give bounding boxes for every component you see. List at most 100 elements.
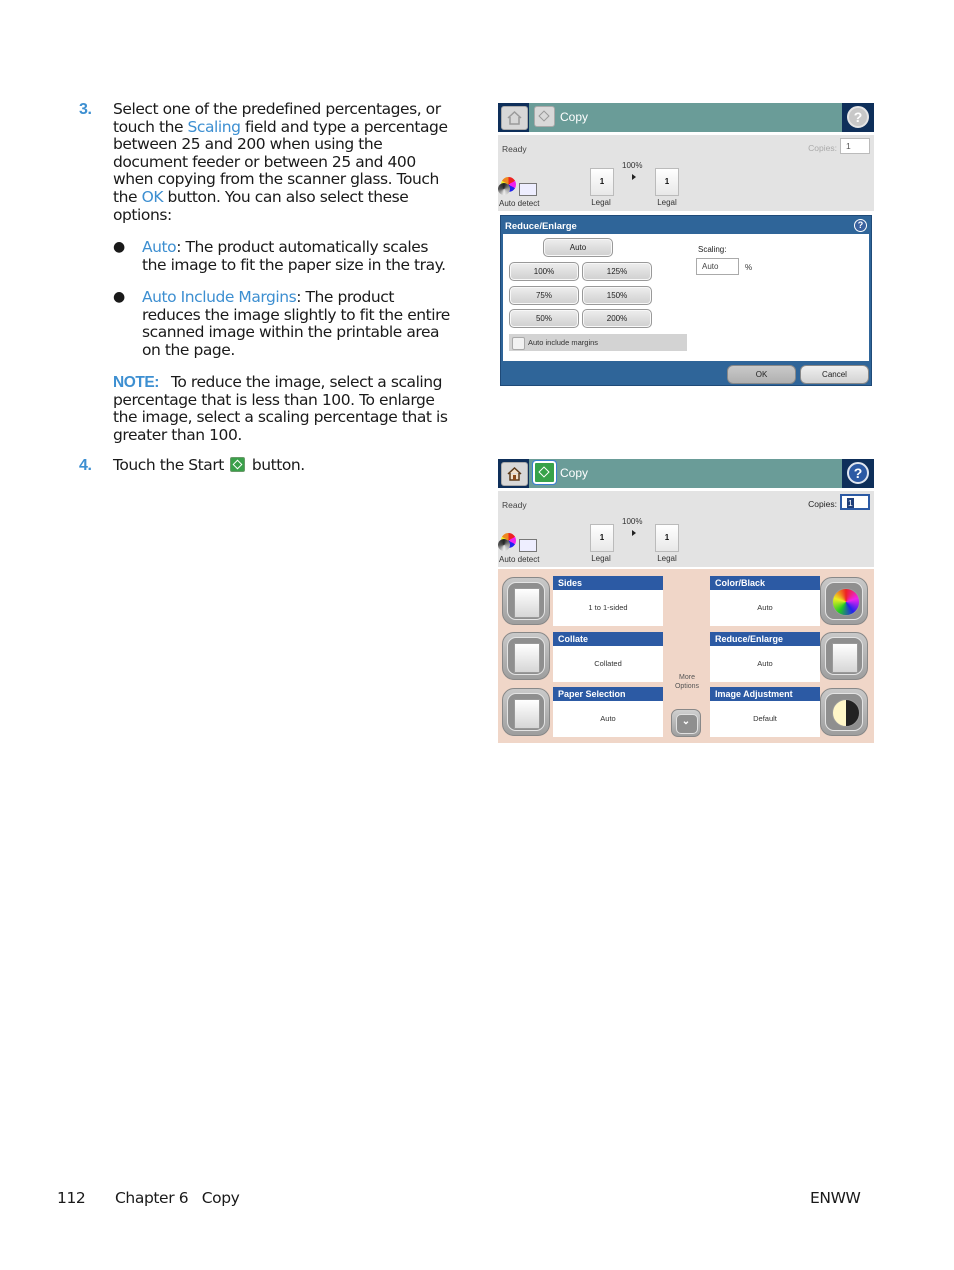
start-icon: [230, 457, 246, 472]
output-size: Legal: [657, 554, 677, 563]
preset-125-button[interactable]: 125%: [582, 262, 652, 281]
tile-value: Default: [710, 701, 820, 737]
bullet-icon: ●: [113, 289, 125, 305]
preset-75-button[interactable]: 75%: [509, 286, 579, 305]
grayscale-icon: [498, 183, 510, 195]
start-button[interactable]: [532, 460, 557, 485]
tile-value: Collated: [553, 646, 663, 682]
output-count: 1: [655, 168, 679, 196]
auto-include-margins-checkbox[interactable]: [512, 337, 525, 350]
auto-include-margins-row[interactable]: Auto include margins: [509, 334, 687, 351]
title-area: Copy: [529, 459, 842, 488]
chevron-down-icon: ⌄: [681, 716, 691, 727]
tile-title: Paper Selection: [553, 687, 663, 701]
output-size: Legal: [657, 198, 677, 207]
preset-100-button[interactable]: 100%: [509, 262, 579, 281]
copies-field[interactable]: 1: [840, 494, 870, 510]
screen-title: Copy: [560, 110, 589, 124]
home-button[interactable]: [501, 462, 528, 486]
paper-selection-icon: [502, 688, 550, 736]
scale-percent: 100%: [622, 161, 643, 170]
scaling-link: Scaling: [187, 117, 241, 136]
arrow-right-icon: [632, 174, 636, 180]
copies-field[interactable]: 1: [840, 138, 870, 154]
step-3-text: Select one of the predefined percentages…: [113, 100, 448, 224]
scaling-label: Scaling:: [698, 245, 727, 254]
reduce-enlarge-icon: [820, 632, 868, 680]
note-label: NOTE:: [113, 374, 159, 391]
ok-button[interactable]: OK: [727, 365, 796, 384]
start-button[interactable]: [534, 106, 555, 127]
output-count: 1: [655, 524, 679, 552]
tile-value: Auto: [710, 590, 820, 626]
auto-include-margins-label: Auto include margins: [528, 338, 599, 347]
tile-title: Image Adjustment: [710, 687, 820, 701]
scale-percent: 100%: [622, 517, 643, 526]
chapter-label: Chapter 6 Copy: [115, 1189, 240, 1207]
dialog-body: Auto 100% 125% 75% 150% 50% 200% Auto in…: [503, 234, 869, 361]
tile-title: Color/Black: [710, 576, 820, 590]
start-icon: [538, 110, 550, 122]
copies-label: Copies:: [808, 143, 837, 153]
top-bar: Copy ?: [498, 459, 874, 488]
step-3-number: 3.: [79, 101, 92, 118]
tile-title: Collate: [553, 632, 663, 646]
auto-detect-label: Auto detect: [499, 555, 540, 564]
original-count: 1: [590, 168, 614, 196]
more-options-button[interactable]: ⌄: [671, 709, 701, 737]
screen-copy-home: Copy ? Ready Copies: 1 Auto detect 1 Leg…: [498, 459, 874, 743]
cancel-button[interactable]: Cancel: [800, 365, 869, 384]
page-number: 112: [57, 1189, 86, 1207]
tile-value: Auto: [553, 701, 663, 737]
bullet-icon: ●: [113, 239, 125, 255]
scaling-unit: %: [745, 263, 753, 272]
scaling-input[interactable]: Auto: [696, 258, 739, 275]
tile-value: 1 to 1-sided: [553, 590, 663, 626]
copy-options-panel: Sides 1 to 1-sided Collate Collated Pape…: [498, 569, 874, 743]
arrow-right-icon: [632, 530, 636, 536]
copies-label: Copies:: [808, 499, 837, 509]
auto-button[interactable]: Auto: [543, 238, 613, 257]
image-adjustment-icon: [820, 688, 868, 736]
screen-reduce-enlarge: Copy ? Ready Copies: 1 Auto detect 1 Leg…: [498, 103, 874, 387]
footer-right: ENWW: [810, 1189, 861, 1207]
help-button[interactable]: ?: [847, 106, 869, 128]
collate-icon: [502, 632, 550, 680]
preset-50-button[interactable]: 50%: [509, 309, 579, 328]
more-options-label: More Options: [674, 674, 700, 690]
title-area: Copy: [529, 103, 842, 132]
status-bar: Ready Copies: 1 Auto detect 1 Legal 100%…: [498, 135, 874, 211]
original-size: Legal: [591, 198, 611, 207]
bullet-auto-include-margins: Auto Include Margins: The product reduce…: [142, 288, 450, 359]
start-icon: [538, 466, 550, 478]
reduce-enlarge-dialog: Reduce/Enlarge ? Auto 100% 125% 75% 150%…: [500, 215, 872, 386]
tile-value: Auto: [710, 646, 820, 682]
help-button[interactable]: ?: [847, 462, 869, 484]
top-bar: Copy ?: [498, 103, 874, 132]
page-icon: [519, 183, 537, 196]
home-icon: [507, 466, 522, 481]
status-text: Ready: [502, 144, 527, 154]
ok-link: OK: [141, 187, 164, 206]
home-button[interactable]: [501, 106, 528, 130]
preset-200-button[interactable]: 200%: [582, 309, 652, 328]
screen-title: Copy: [560, 466, 589, 480]
step-4-number: 4.: [79, 457, 92, 474]
preset-150-button[interactable]: 150%: [582, 286, 652, 305]
tile-title: Reduce/Enlarge: [710, 632, 820, 646]
status-bar: Ready Copies: 1 Auto detect 1 Legal 100%…: [498, 491, 874, 567]
note: NOTE: To reduce the image, select a scali…: [113, 373, 448, 444]
dialog-help-button[interactable]: ?: [854, 219, 867, 232]
home-icon: [507, 110, 522, 125]
help-icon: ?: [853, 109, 863, 125]
status-text: Ready: [502, 500, 527, 510]
dialog-title: Reduce/Enlarge: [505, 221, 577, 232]
step-4-text: Touch the Start button.: [113, 456, 305, 474]
color-black-icon: [820, 577, 868, 625]
sides-icon: [502, 577, 550, 625]
original-size: Legal: [591, 554, 611, 563]
grayscale-icon: [498, 539, 510, 551]
bullet-auto: Auto: The product automatically scales t…: [142, 238, 446, 274]
tile-title: Sides: [553, 576, 663, 590]
help-icon: ?: [853, 465, 863, 481]
